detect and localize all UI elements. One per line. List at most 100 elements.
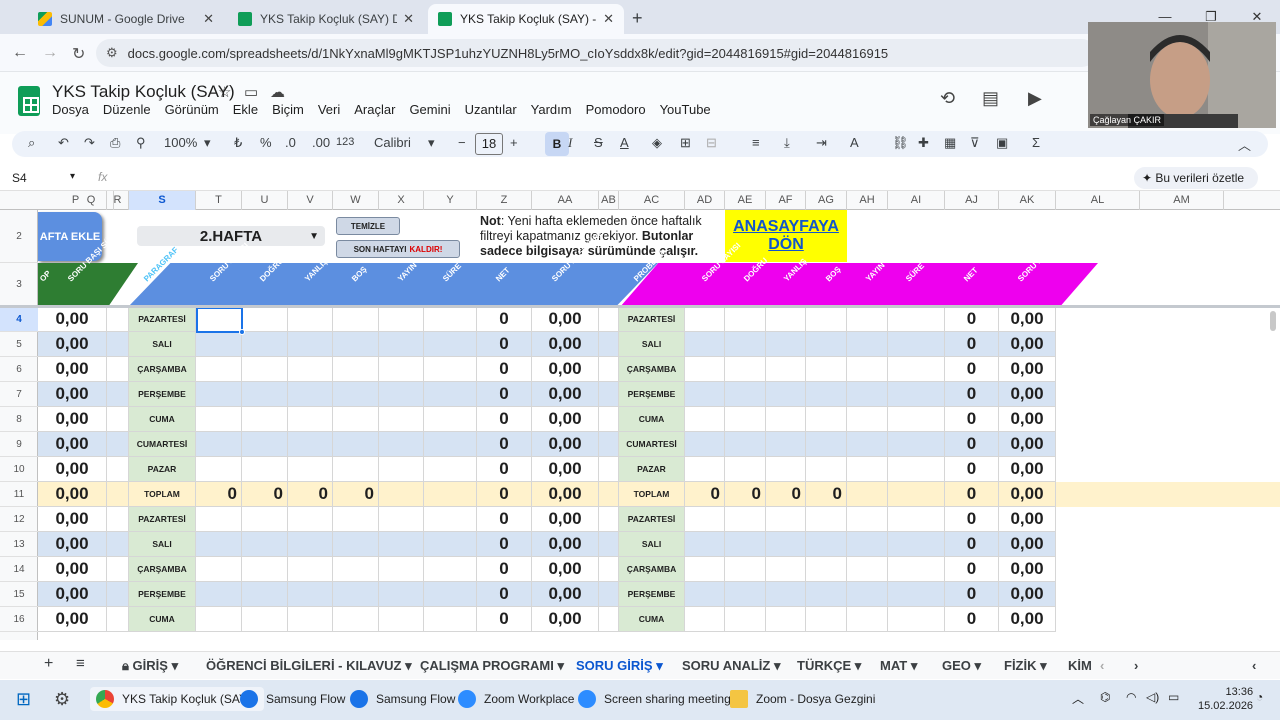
cell-day-2[interactable]: ÇARŞAMBA — [619, 557, 685, 582]
cell-input-0[interactable] — [196, 332, 242, 357]
cell-aa[interactable] — [599, 307, 619, 332]
new-tab-button[interactable]: + — [632, 8, 643, 29]
cell-input-r-2[interactable] — [766, 407, 806, 432]
row-header-10[interactable]: 10 — [0, 457, 38, 482]
cell-input-r-2[interactable] — [766, 607, 806, 632]
cell-net[interactable]: 0 — [477, 482, 532, 507]
cell-ah[interactable] — [888, 532, 945, 557]
font-size-plus[interactable]: + — [510, 135, 518, 150]
cell-soru-basi-sure1[interactable]: 0,00 — [38, 382, 107, 407]
cell-soru-basi-sure3[interactable]: 0,00 — [999, 557, 1056, 582]
menu-item[interactable]: Yardım — [531, 102, 572, 117]
cell-input-r-0[interactable] — [685, 382, 725, 407]
cell-input-0[interactable] — [196, 457, 242, 482]
cell-q[interactable] — [107, 307, 129, 332]
site-info-icon[interactable]: ⚙ — [106, 45, 118, 61]
windows-start-icon[interactable]: ⊞ — [16, 689, 31, 710]
cell-input-3[interactable] — [333, 382, 379, 407]
cell-net[interactable]: 0 — [477, 332, 532, 357]
cell-yayin[interactable] — [379, 357, 424, 382]
cell-ag[interactable] — [847, 382, 888, 407]
menu-item[interactable]: Gemini — [409, 102, 450, 117]
taskbar-zoom-workplace[interactable]: Zoom Workplace — [458, 690, 574, 708]
cell-soru-basi-sure2[interactable]: 0,00 — [532, 507, 599, 532]
cell-input-r-3[interactable] — [806, 332, 847, 357]
cell-total-r-3[interactable]: 0 — [806, 482, 847, 507]
cell-net[interactable]: 0 — [477, 432, 532, 457]
cell-ag[interactable] — [847, 307, 888, 332]
sheet-tab-soru-analiz[interactable]: SORU ANALİZ ▾ — [682, 658, 781, 674]
cell-day-2[interactable]: ÇARŞAMBA — [619, 357, 685, 382]
cell-soru-basi-sure2[interactable]: 0,00 — [532, 332, 599, 357]
cell-yayin[interactable] — [379, 457, 424, 482]
cell-input-r-0[interactable] — [685, 532, 725, 557]
cell-sure[interactable] — [424, 307, 477, 332]
redo-icon[interactable]: ↷ — [84, 135, 95, 151]
cell-net-2[interactable]: 0 — [945, 482, 999, 507]
filter-icon[interactable]: ⊽ — [970, 135, 980, 151]
functions-icon[interactable]: Σ — [1032, 135, 1040, 150]
cell-input-r-3[interactable] — [806, 507, 847, 532]
cell-soru-basi-sure2[interactable]: 0,00 — [532, 407, 599, 432]
cell-input-3[interactable] — [333, 507, 379, 532]
vertical-scrollbar[interactable] — [1270, 311, 1276, 331]
cell-soru-basi-sure3[interactable]: 0,00 — [999, 357, 1056, 382]
cell-aa[interactable] — [599, 532, 619, 557]
cell-day-2[interactable]: PAZARTESİ — [619, 507, 685, 532]
cell-net-2[interactable]: 0 — [945, 557, 999, 582]
cell-aa[interactable] — [599, 382, 619, 407]
cell-day-2[interactable]: PAZAR — [619, 457, 685, 482]
menu-item[interactable]: Görünüm — [165, 102, 219, 117]
cell-input-r-2[interactable] — [766, 582, 806, 607]
format-button[interactable]: 123 — [336, 136, 354, 148]
cell-input-r-2[interactable] — [766, 532, 806, 557]
cell-input-1[interactable] — [242, 332, 288, 357]
column-header-q[interactable]: Q — [76, 191, 107, 210]
cell-day[interactable]: ÇARŞAMBA — [129, 357, 196, 382]
summarize-button[interactable]: ✦ Bu verileri özetle — [1134, 167, 1258, 189]
cell-input-r-0[interactable] — [685, 582, 725, 607]
cell-day-2[interactable]: CUMA — [619, 607, 685, 632]
frozen-rows-divider[interactable] — [0, 305, 1280, 308]
cell-net-2[interactable]: 0 — [945, 507, 999, 532]
zoom-select[interactable]: 100% — [164, 135, 197, 150]
cell-input-r-3[interactable] — [806, 382, 847, 407]
cell-soru-basi-sure1[interactable]: 0,00 — [38, 482, 107, 507]
cell-q[interactable] — [107, 332, 129, 357]
menu-item[interactable]: YouTube — [660, 102, 711, 117]
cell-yayin[interactable] — [379, 607, 424, 632]
cell-soru-basi-sure2[interactable]: 0,00 — [532, 382, 599, 407]
cell-input-3[interactable] — [333, 582, 379, 607]
column-header-y[interactable]: Y — [424, 191, 477, 210]
cell-input-r-1[interactable] — [725, 582, 766, 607]
column-header-v[interactable]: V — [288, 191, 333, 210]
cell-aa[interactable] — [599, 507, 619, 532]
close-icon[interactable]: ✕ — [203, 11, 214, 27]
cell-input-0[interactable] — [196, 382, 242, 407]
cell-day-2[interactable]: PAZARTESİ — [619, 307, 685, 332]
cell-soru-basi-sure2[interactable]: 0,00 — [532, 482, 599, 507]
cell-ag[interactable] — [847, 457, 888, 482]
cell-soru-basi-sure1[interactable]: 0,00 — [38, 582, 107, 607]
cell-total-2[interactable]: 0 — [288, 482, 333, 507]
cell-total-r-0[interactable]: 0 — [685, 482, 725, 507]
text-rotation-icon[interactable]: A — [850, 135, 859, 150]
row-header-13[interactable]: 13 — [0, 532, 38, 557]
cell-ah[interactable] — [888, 432, 945, 457]
cell-soru-basi-sure1[interactable]: 0,00 — [38, 332, 107, 357]
cell-soru-basi-sure2[interactable]: 0,00 — [532, 532, 599, 557]
cell-total-0[interactable]: 0 — [196, 482, 242, 507]
all-sheets-icon[interactable]: ≡ — [76, 655, 85, 672]
row-header-14[interactable]: 14 — [0, 557, 38, 582]
cell-q[interactable] — [107, 407, 129, 432]
cell-yayin[interactable] — [379, 482, 424, 507]
column-header-al[interactable]: AL — [1056, 191, 1140, 210]
chart-icon[interactable]: ▦ — [944, 135, 956, 151]
paint-format-icon[interactable]: ⚲ — [136, 135, 146, 151]
cell-input-1[interactable] — [242, 507, 288, 532]
cell-input-2[interactable] — [288, 607, 333, 632]
row-header-5[interactable]: 5 — [0, 332, 38, 357]
cell-soru-basi-sure1[interactable]: 0,00 — [38, 357, 107, 382]
cloud-status-icon[interactable]: ☁ — [270, 83, 285, 101]
sheet-tab-kim[interactable]: KİM — [1068, 658, 1092, 673]
